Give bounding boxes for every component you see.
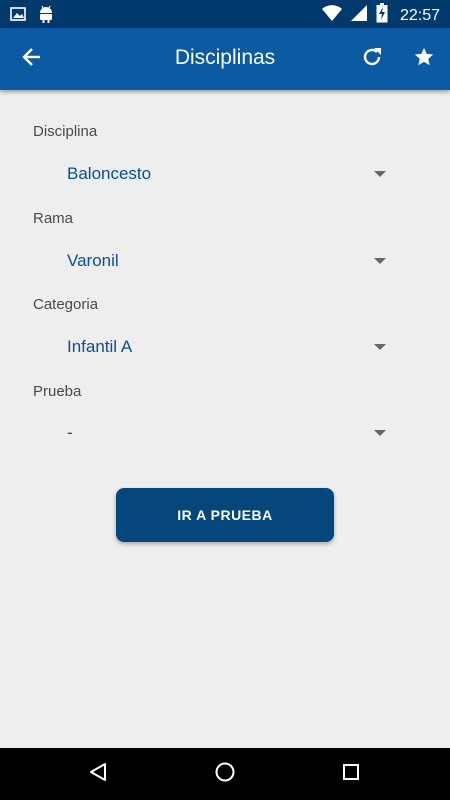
home-circle-icon bbox=[214, 761, 236, 788]
nav-back-button[interactable] bbox=[84, 760, 112, 788]
navigation-bar bbox=[0, 748, 450, 800]
rama-label: Rama bbox=[33, 210, 74, 227]
android-icon bbox=[38, 5, 54, 28]
refresh-icon bbox=[361, 46, 383, 73]
nav-recents-button[interactable] bbox=[337, 760, 365, 788]
dropdown-arrow-icon bbox=[374, 430, 386, 436]
status-bar: 22:57 bbox=[0, 0, 450, 28]
favorite-button[interactable] bbox=[408, 43, 440, 75]
prueba-label: Prueba bbox=[33, 383, 82, 400]
categoria-value: Infantil A bbox=[67, 337, 133, 356]
disciplina-spinner[interactable]: Baloncesto bbox=[56, 152, 396, 196]
signal-icon bbox=[350, 4, 368, 27]
rama-value: Varonil bbox=[67, 251, 119, 270]
disciplina-value: Baloncesto bbox=[67, 164, 152, 183]
categoria-label: Categoria bbox=[33, 296, 99, 313]
star-icon bbox=[413, 46, 435, 73]
nav-home-button[interactable] bbox=[211, 760, 239, 788]
image-icon bbox=[10, 7, 26, 26]
categoria-spinner[interactable]: Infantil A bbox=[56, 325, 396, 369]
status-time: 22:57 bbox=[399, 6, 440, 24]
battery-charging-icon bbox=[376, 3, 388, 28]
rama-spinner[interactable]: Varonil bbox=[56, 239, 396, 283]
dropdown-arrow-icon bbox=[374, 171, 386, 177]
ir-a-prueba-button[interactable]: IR A PRUEBA bbox=[116, 488, 334, 542]
refresh-button[interactable] bbox=[356, 43, 388, 75]
back-triangle-icon bbox=[87, 761, 109, 788]
disciplina-label: Disciplina bbox=[33, 123, 98, 140]
dropdown-arrow-icon bbox=[374, 344, 386, 350]
app-bar: Disciplinas bbox=[0, 28, 450, 90]
prueba-value: - bbox=[67, 423, 73, 442]
dropdown-arrow-icon bbox=[374, 258, 386, 264]
recents-square-icon bbox=[341, 762, 361, 787]
prueba-spinner[interactable]: - bbox=[56, 411, 396, 455]
wifi-icon bbox=[321, 4, 342, 27]
